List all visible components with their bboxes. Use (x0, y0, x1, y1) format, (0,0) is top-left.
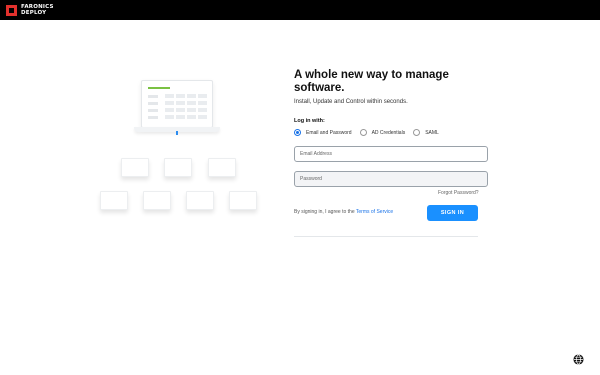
logo-text: FARONICS DEPLOY (21, 4, 54, 16)
login-option-label: AD Credentials (371, 129, 406, 136)
device-icon (186, 191, 214, 210)
login-option-email[interactable]: Email and Password (294, 129, 352, 136)
radio-button-selected[interactable] (294, 129, 301, 136)
sign-in-button[interactable]: SIGN IN (427, 205, 478, 221)
terms-agreement: By signing in, I agree to the Terms of S… (294, 209, 393, 215)
laptop-screen (141, 80, 213, 128)
login-option-ad[interactable]: AD Credentials (359, 129, 406, 136)
globe-icon[interactable] (573, 354, 584, 365)
device-icon (208, 158, 236, 177)
device-icon (100, 191, 128, 210)
login-method-group: Email and Password AD Credentials SAML (294, 129, 447, 136)
login-option-label: SAML (425, 129, 439, 136)
forgot-password-link[interactable]: Forgot Password? (438, 190, 479, 196)
terms-of-service-link[interactable]: Terms of Service (356, 209, 393, 215)
login-option-saml[interactable]: SAML (413, 129, 439, 136)
device-icon (164, 158, 192, 177)
laptop-indicator (176, 131, 178, 135)
device-icon (121, 158, 149, 177)
divider (294, 236, 478, 237)
faronics-deploy-logo[interactable]: FARONICS DEPLOY (6, 3, 54, 17)
radio-button[interactable] (359, 129, 367, 136)
login-option-label: Email and Password (306, 129, 352, 136)
radio-button[interactable] (413, 129, 421, 136)
password-field[interactable] (294, 171, 488, 187)
page-title: A whole new way to manage software. (294, 69, 449, 94)
deployment-illustration (96, 78, 262, 218)
device-icon (229, 191, 257, 210)
top-bar: FARONICS DEPLOY (0, 0, 600, 20)
terms-agreement-text: By signing in, I agree to the (294, 209, 356, 215)
email-field[interactable] (294, 146, 488, 162)
device-icon (143, 191, 171, 210)
faronics-logo-icon (6, 4, 17, 16)
page-subtitle: Install, Update and Control within secon… (294, 99, 408, 105)
logo-line-2: DEPLOY (21, 10, 47, 16)
login-with-label: Log in with: (294, 118, 325, 124)
